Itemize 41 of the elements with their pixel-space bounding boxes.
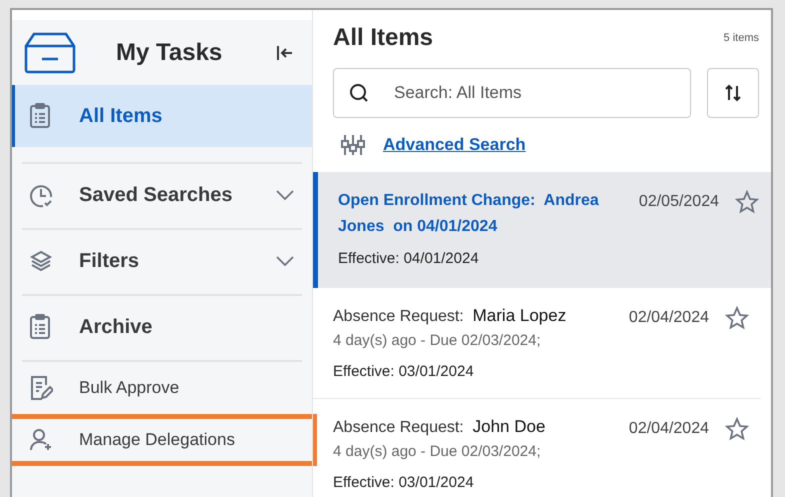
collapse-button[interactable] — [276, 44, 294, 60]
clock-check-icon — [29, 182, 55, 208]
chevron-icon[interactable] — [276, 256, 294, 266]
task-title[interactable]: Absence Request: Maria Lopez — [333, 304, 629, 328]
advanced-search-link[interactable]: Advanced Search — [383, 132, 526, 158]
document-edit-icon — [29, 375, 53, 401]
chevron-icon[interactable] — [276, 190, 294, 200]
sidebar-item[interactable]: All Items — [12, 85, 312, 147]
collapse-icon — [276, 44, 294, 60]
task-date: 02/04/2024 — [628, 418, 709, 438]
effective-date: Effective: 03/01/2024 — [333, 362, 475, 382]
sort-button[interactable] — [707, 68, 759, 118]
task-date: 02/04/2024 — [628, 308, 709, 328]
clipboard-icon — [29, 314, 51, 340]
sort-icon — [724, 83, 742, 103]
task-title[interactable]: Open Enrollment Change: Andrea Jones on 04/01/2024 — [338, 188, 610, 240]
sidebar-item[interactable]: Filters — [12, 230, 312, 292]
star-icon[interactable] — [725, 416, 749, 440]
task-title[interactable]: Absence Request: John Doe — [333, 414, 629, 440]
sidebar-item[interactable]: Saved Searches — [12, 164, 312, 226]
task-row[interactable]: Open Enrollment Change: Andrea Jones on 04/01/2024 Effective: 04/01/2024 02/05/2024 — [313, 172, 771, 288]
star-icon[interactable] — [725, 306, 749, 330]
effective-date: Effective: 04/01/2024 — [338, 248, 480, 268]
due-text: 4 day(s) ago - Due 02/03/2024; — [333, 330, 542, 350]
search-icon — [349, 83, 369, 103]
clipboard-icon — [29, 103, 51, 129]
layers-icon — [29, 249, 53, 273]
person-add-icon — [29, 428, 53, 452]
sidebar-item[interactable]: Archive — [12, 296, 312, 358]
effective-date: Effective: 03/01/2024 — [333, 472, 475, 492]
item-count: 5 items — [724, 30, 759, 46]
task-date: 02/05/2024 — [638, 192, 719, 212]
panel-title: All Items — [333, 23, 434, 53]
sidebar-title: My Tasks — [116, 38, 222, 68]
tray-icon — [24, 32, 76, 74]
sidebar-item[interactable]: Bulk Approve — [12, 362, 312, 414]
search-field[interactable]: Search: All Items — [333, 68, 691, 118]
star-icon[interactable] — [735, 190, 759, 214]
task-row[interactable]: Absence Request: Maria Lopez 4 day(s) ago - Due 02/03/2024; Effective: 03/01/2024 02/04/2024 — [313, 288, 761, 398]
due-text: 4 day(s) ago - Due 02/03/2024; — [333, 442, 542, 462]
sliders-icon — [341, 132, 365, 157]
